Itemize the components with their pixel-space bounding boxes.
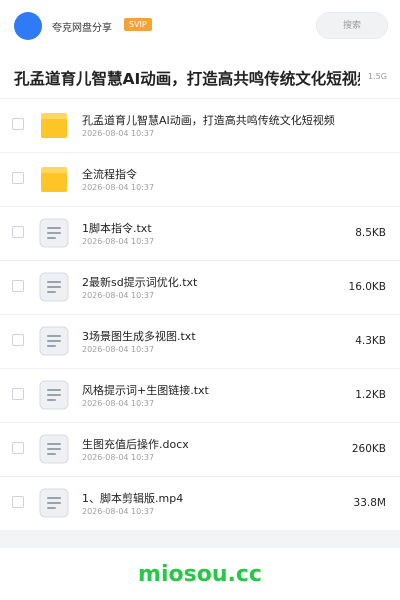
file-date: 2026-08-04 10:37 (82, 291, 155, 300)
document-icon (38, 325, 70, 357)
file-name: 全流程指令 (82, 168, 137, 181)
file-row[interactable]: 1脚本指令.txt 2026-08-04 10:37 8.5KB (0, 206, 400, 260)
file-row[interactable]: 3场景图生成多视图.txt 2026-08-04 10:37 4.3KB (0, 314, 400, 368)
document-icon (38, 271, 70, 303)
file-row[interactable]: 生图充值后操作.docx 2026-08-04 10:37 260KB (0, 422, 400, 476)
file-date: 2026-08-04 10:37 (82, 399, 155, 408)
file-name: 1、脚本剪辑版.mp4 (82, 492, 184, 505)
file-date: 2026-08-04 10:37 (82, 453, 155, 462)
share-total-size: 1.5G (368, 72, 387, 81)
file-name: 孔孟道育儿智慧AI动画，打造高共鸣传统文化短视频 (82, 114, 335, 127)
search-input[interactable] (316, 12, 388, 39)
document-icon (38, 487, 70, 519)
avatar[interactable] (14, 12, 42, 40)
file-list: 孔孟道育儿智慧AI动画，打造高共鸣传统文化短视频 2026-08-04 10:37… (0, 98, 400, 530)
svip-badge[interactable]: SVIP (124, 18, 152, 31)
share-title-bar: 孔孟道育儿智慧AI动画，打造高共鸣传统文化短视频 1.5G (0, 52, 400, 98)
file-size: 8.5KB (355, 227, 386, 239)
header: 夸克网盘分享 SVIP (0, 0, 400, 52)
file-date: 2026-08-04 10:37 (82, 507, 155, 516)
file-size: 16.0KB (348, 281, 386, 293)
file-date: 2026-08-04 10:37 (82, 237, 155, 246)
document-icon (38, 379, 70, 411)
file-date: 2026-08-04 10:37 (82, 345, 155, 354)
file-row[interactable]: 风格提示词+生图链接.txt 2026-08-04 10:37 1.2KB (0, 368, 400, 422)
file-row[interactable]: 孔孟道育儿智慧AI动画，打造高共鸣传统文化短视频 2026-08-04 10:37 (0, 98, 400, 152)
document-icon (38, 433, 70, 465)
folder-icon (38, 163, 70, 195)
file-row[interactable]: 全流程指令 2026-08-04 10:37 (0, 152, 400, 206)
file-row[interactable]: 1、脚本剪辑版.mp4 2026-08-04 10:37 33.8M (0, 476, 400, 530)
file-row[interactable]: 2最新sd提示词优化.txt 2026-08-04 10:37 16.0KB (0, 260, 400, 314)
site-name: 夸克网盘分享 (52, 23, 112, 34)
document-icon (38, 217, 70, 249)
file-size: 260KB (351, 443, 386, 455)
file-name: 生图充值后操作.docx (82, 438, 189, 451)
file-name: 1脚本指令.txt (82, 222, 152, 235)
select-checkbox[interactable] (12, 280, 24, 292)
folder-icon (38, 109, 70, 141)
select-checkbox[interactable] (12, 118, 24, 130)
select-checkbox[interactable] (12, 226, 24, 238)
select-checkbox[interactable] (12, 388, 24, 400)
watermark: miosou.cc (138, 562, 262, 587)
select-checkbox[interactable] (12, 334, 24, 346)
file-date: 2026-08-04 10:37 (82, 129, 155, 138)
share-title: 孔孟道育儿智慧AI动画，打造高共鸣传统文化短视频 (14, 70, 360, 88)
select-checkbox[interactable] (12, 172, 24, 184)
file-name: 2最新sd提示词优化.txt (82, 276, 198, 289)
file-name: 3场景图生成多视图.txt (82, 330, 196, 343)
file-size: 1.2KB (355, 389, 386, 401)
file-size: 33.8M (353, 497, 386, 509)
select-checkbox[interactable] (12, 442, 24, 454)
select-checkbox[interactable] (12, 496, 24, 508)
file-size: 4.3KB (355, 335, 386, 347)
file-date: 2026-08-04 10:37 (82, 183, 155, 192)
file-name: 风格提示词+生图链接.txt (82, 384, 209, 397)
